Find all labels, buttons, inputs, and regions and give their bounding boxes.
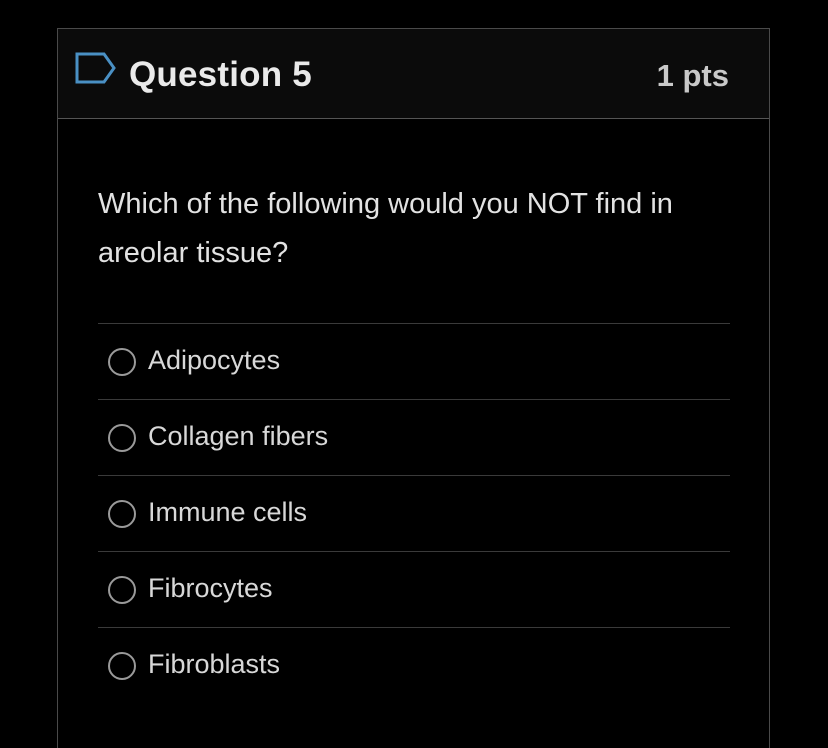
quiz-question-card: Question 5 1 pts Which of the following …: [57, 28, 770, 748]
flag-icon: [75, 52, 116, 84]
answer-option-fibroblasts[interactable]: Fibroblasts: [98, 627, 730, 703]
answer-option-adipocytes[interactable]: Adipocytes: [98, 323, 730, 399]
radio-button[interactable]: [108, 424, 136, 452]
question-text: Which of the following would you NOT fin…: [98, 188, 673, 269]
answer-list: Adipocytes Collagen fibers Immune cells …: [98, 323, 730, 703]
answer-label[interactable]: Adipocytes: [148, 342, 280, 378]
answer-label[interactable]: Fibroblasts: [148, 646, 280, 682]
answer-option-collagen-fibers[interactable]: Collagen fibers: [98, 399, 730, 475]
radio-button[interactable]: [108, 348, 136, 376]
answer-option-fibrocytes[interactable]: Fibrocytes: [98, 551, 730, 627]
flag-question-icon[interactable]: [74, 51, 118, 85]
answer-label[interactable]: Collagen fibers: [148, 418, 328, 454]
answer-label[interactable]: Fibrocytes: [148, 570, 273, 606]
question-title: Question 5: [129, 55, 312, 94]
question-points: 1 pts: [656, 58, 729, 93]
answer-label[interactable]: Immune cells: [148, 494, 307, 530]
radio-button[interactable]: [108, 652, 136, 680]
answer-option-immune-cells[interactable]: Immune cells: [98, 475, 730, 551]
question-header: Question 5 1 pts: [58, 29, 769, 119]
radio-button[interactable]: [108, 576, 136, 604]
radio-button[interactable]: [108, 500, 136, 528]
